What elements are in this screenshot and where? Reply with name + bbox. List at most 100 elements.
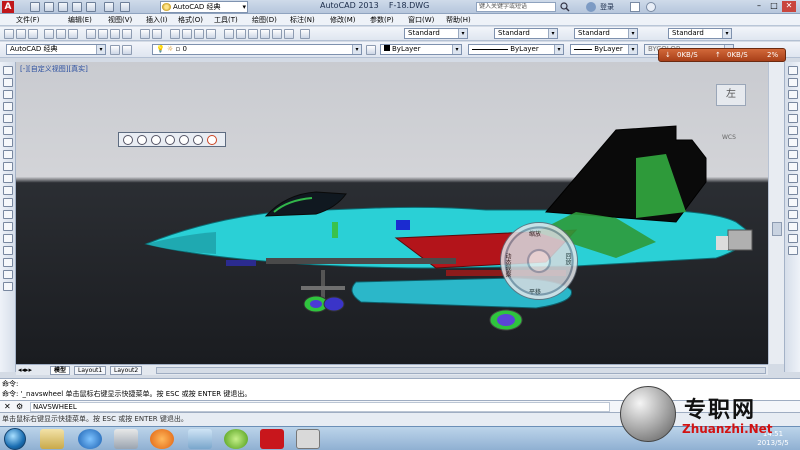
tab-nav-arrows-icon[interactable]: ◂◂▸▸ <box>18 366 32 374</box>
save-icon[interactable] <box>28 29 38 39</box>
plot-icon[interactable] <box>86 2 96 12</box>
explorer-icon[interactable] <box>40 429 64 449</box>
zoom-icon[interactable] <box>151 135 161 145</box>
line-icon[interactable] <box>3 66 13 75</box>
copy-icon[interactable] <box>98 29 108 39</box>
menu-view[interactable]: 视图(V) <box>108 15 132 25</box>
explode-icon[interactable] <box>788 246 798 255</box>
wheel-pan[interactable]: 平移 <box>529 287 541 296</box>
ellipse-icon[interactable] <box>3 174 13 183</box>
search-icon[interactable] <box>560 2 570 12</box>
jet-model[interactable] <box>16 62 768 364</box>
start-button[interactable] <box>4 428 26 450</box>
move-icon[interactable] <box>788 126 798 135</box>
ie-icon[interactable] <box>78 429 102 449</box>
user-icon[interactable] <box>586 2 596 12</box>
multiline-text-icon[interactable] <box>3 282 13 291</box>
extend-icon[interactable] <box>788 186 798 195</box>
save-as-icon[interactable] <box>72 2 82 12</box>
copy-object-icon[interactable] <box>788 78 798 87</box>
tab-layout1[interactable]: Layout1 <box>74 366 107 375</box>
open-icon[interactable] <box>16 29 26 39</box>
menu-dimension[interactable]: 标注(N) <box>290 15 315 25</box>
free-orbit-icon[interactable] <box>179 135 189 145</box>
spline-icon[interactable] <box>3 162 13 171</box>
help-icon[interactable] <box>646 2 656 12</box>
wcs-menu[interactable]: WCS <box>722 134 736 141</box>
steering-wheel[interactable]: 缩放 动态观察 回放 平移 <box>500 222 578 300</box>
menu-format[interactable]: 格式(O) <box>178 15 203 25</box>
match-properties-icon[interactable] <box>122 29 132 39</box>
zoom-previous-icon[interactable] <box>206 29 216 39</box>
tool-palettes-icon[interactable] <box>248 29 258 39</box>
viewcube[interactable]: 左 <box>716 84 746 106</box>
layer-select[interactable]: 💡 ☼ ▫ 0 ▾ <box>152 44 362 55</box>
make-current-layer-icon[interactable] <box>366 45 376 55</box>
workspace-settings-icon[interactable] <box>110 45 120 55</box>
chamfer-icon[interactable] <box>788 222 798 231</box>
construction-line-icon[interactable] <box>3 78 13 87</box>
menu-parametric[interactable]: 参数(P) <box>370 15 394 25</box>
design-center-icon[interactable] <box>236 29 246 39</box>
preview-icon[interactable] <box>56 29 66 39</box>
undo-icon[interactable] <box>140 29 150 39</box>
autocad-logo-icon[interactable]: A <box>2 1 14 13</box>
menu-help[interactable]: 帮助(H) <box>446 15 471 25</box>
revision-cloud-icon[interactable] <box>3 150 13 159</box>
erase-icon[interactable] <box>788 66 798 75</box>
pan-icon[interactable] <box>137 135 147 145</box>
hatch-icon[interactable] <box>3 234 13 243</box>
polyline-icon[interactable] <box>3 90 13 99</box>
paste-icon[interactable] <box>110 29 120 39</box>
steering-wheel-icon[interactable] <box>123 135 133 145</box>
text-style-select[interactable]: Standard ▾ <box>404 28 468 39</box>
menu-edit[interactable]: 编辑(E) <box>68 15 92 25</box>
calculator-icon[interactable] <box>284 29 294 39</box>
menu-modify[interactable]: 修改(M) <box>330 15 356 25</box>
search-input[interactable]: 键入关键字或短语 <box>476 2 556 12</box>
workspace-select[interactable]: AutoCAD 经典 ▾ <box>160 1 248 13</box>
polygon-icon[interactable] <box>3 102 13 111</box>
close-command-icon[interactable]: ✕ <box>4 402 11 411</box>
pan-icon[interactable] <box>170 29 180 39</box>
scroll-thumb[interactable] <box>772 222 782 236</box>
zoom-realtime-icon[interactable] <box>182 29 192 39</box>
login-button[interactable]: 登录 <box>600 2 614 12</box>
tab-model[interactable]: 模型 <box>50 366 71 375</box>
green-app-icon[interactable] <box>224 429 248 449</box>
array-icon[interactable] <box>788 114 798 123</box>
redo-icon[interactable] <box>152 29 162 39</box>
redo-icon[interactable] <box>120 2 130 12</box>
color-select[interactable]: ByLayer ▾ <box>380 44 462 55</box>
workspace-combo[interactable]: AutoCAD 经典 ▾ <box>6 44 106 55</box>
join-icon[interactable] <box>788 210 798 219</box>
solidworks-icon[interactable] <box>260 429 284 449</box>
exchange-icon[interactable] <box>630 2 640 12</box>
dim-style-select[interactable]: Standard ▾ <box>494 28 558 39</box>
wheel-orbit[interactable]: 动态观察 <box>503 253 512 277</box>
save-icon[interactable] <box>58 2 68 12</box>
table-icon[interactable] <box>3 270 13 279</box>
ellipse-arc-icon[interactable] <box>3 186 13 195</box>
arc-icon[interactable] <box>3 126 13 135</box>
undo-icon[interactable] <box>104 2 114 12</box>
break-icon[interactable] <box>788 198 798 207</box>
make-block-icon[interactable] <box>3 210 13 219</box>
region-icon[interactable] <box>3 258 13 267</box>
layer-properties-icon[interactable] <box>122 45 132 55</box>
help-icon[interactable] <box>300 29 310 39</box>
horizontal-scrollbar[interactable] <box>156 367 766 374</box>
stretch-icon[interactable] <box>788 162 798 171</box>
orbit-icon[interactable] <box>165 135 175 145</box>
autocad-taskbar-icon[interactable] <box>296 429 320 449</box>
point-icon[interactable] <box>3 222 13 231</box>
minimize-button[interactable]: – <box>752 1 766 12</box>
menu-window[interactable]: 窗口(W) <box>408 15 434 25</box>
multileader-style-select[interactable]: Standard ▾ <box>668 28 732 39</box>
menu-tools[interactable]: 工具(T) <box>214 15 238 25</box>
vertical-scrollbar[interactable] <box>768 62 784 364</box>
lineweight-select[interactable]: ByLayer ▾ <box>570 44 638 55</box>
menu-insert[interactable]: 插入(I) <box>146 15 168 25</box>
table-style-select[interactable]: Standard ▾ <box>574 28 638 39</box>
close-button[interactable]: ✕ <box>782 1 796 12</box>
